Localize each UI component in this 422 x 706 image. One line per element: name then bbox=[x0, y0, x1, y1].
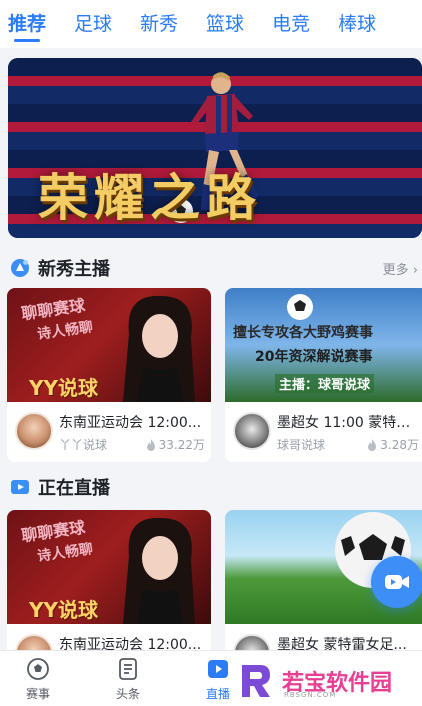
tab-basketball[interactable]: 篮球 bbox=[206, 4, 244, 44]
streamer-name: 丫丫说球 bbox=[59, 438, 108, 452]
view-count: 3.28万 bbox=[367, 436, 419, 453]
tab-rookie[interactable]: 新秀 bbox=[140, 4, 178, 44]
thumbnail-caption: 主播：球哥说球 bbox=[275, 374, 375, 393]
soccer-ball-icon bbox=[27, 658, 49, 680]
view-count: 33.22万 bbox=[146, 436, 205, 453]
card-info: 墨超女 11:00 蒙特雷... 球哥说球 3.28万 bbox=[225, 402, 422, 462]
watermark-logo-icon bbox=[242, 665, 270, 697]
thumbnail-caption: 20年资深解说赛事 bbox=[255, 349, 373, 365]
stream-card[interactable]: 聊聊赛球 诗人畅聊 YY说球 东南亚运动会 12:00... 丫丫说球 33.2… bbox=[7, 288, 211, 462]
stream-title: 东南亚运动会 12:00... bbox=[59, 415, 202, 431]
nav-matches[interactable]: 赛事 bbox=[8, 657, 68, 702]
ball-icon bbox=[287, 294, 313, 320]
avatar[interactable] bbox=[233, 412, 271, 450]
tab-esports[interactable]: 电竞 bbox=[272, 4, 310, 44]
tab-baseball[interactable]: 棒球 bbox=[338, 4, 376, 44]
view-count-value: 33.22万 bbox=[158, 438, 205, 452]
nav-label: 头条 bbox=[115, 687, 140, 701]
flame-icon bbox=[368, 438, 377, 451]
tv-icon bbox=[11, 480, 29, 494]
view-count-value: 3.28万 bbox=[380, 438, 419, 452]
stream-card[interactable]: 擅长专攻各大野鸡赛事 20年资深解说赛事 主播：球哥说球 墨超女 11:00 蒙… bbox=[225, 288, 422, 462]
tab-recommend[interactable]: 推荐 bbox=[8, 4, 46, 44]
card-info: 东南亚运动会 12:00... 丫丫说球 33.22万 bbox=[7, 402, 211, 462]
stream-thumbnail: 擅长专攻各大野鸡赛事 20年资深解说赛事 主播：球哥说球 bbox=[225, 288, 422, 402]
play-video-icon bbox=[208, 660, 228, 678]
tab-football[interactable]: 足球 bbox=[74, 4, 112, 44]
stream-title: 墨超女 11:00 蒙特雷... bbox=[277, 415, 422, 431]
rookie-section-header: 新秀主播 更多 › bbox=[0, 253, 422, 283]
flame-icon bbox=[146, 438, 155, 451]
watermark-subtext: RBSGN.COM bbox=[284, 691, 337, 699]
stream-thumbnail: 聊聊赛球 诗人畅聊 YY说球 bbox=[7, 288, 211, 402]
thumbnail-caption: 擅长专攻各大野鸡赛事 bbox=[233, 325, 373, 341]
more-link[interactable]: 更多 › bbox=[383, 259, 418, 278]
stream-thumbnail: 聊聊赛球 诗人畅聊 YY说球 bbox=[7, 510, 211, 624]
floating-video-button[interactable] bbox=[371, 556, 422, 608]
category-tabs: 推荐 足球 新秀 篮球 电竞 棒球 bbox=[0, 0, 422, 48]
avatar[interactable] bbox=[15, 412, 53, 450]
section-title: 正在直播 bbox=[38, 478, 110, 499]
thumbnail-logo: YY说球 bbox=[29, 598, 98, 622]
streamer-portrait bbox=[123, 517, 195, 624]
streamer-portrait bbox=[123, 295, 195, 402]
section-title: 新秀主播 bbox=[38, 259, 110, 280]
nav-headlines[interactable]: 头条 bbox=[98, 657, 158, 702]
watermark: 若宝软件园 RBSGN.COM bbox=[236, 660, 416, 702]
document-icon bbox=[119, 658, 137, 680]
hero-banner[interactable]: 荣耀之路 bbox=[8, 58, 422, 238]
nav-label: 直播 bbox=[205, 687, 230, 701]
live-section-header: 正在直播 bbox=[0, 472, 422, 502]
thumbnail-logo: YY说球 bbox=[29, 376, 98, 400]
streamer-name: 球哥说球 bbox=[277, 438, 326, 452]
nav-label: 赛事 bbox=[25, 687, 50, 701]
video-camera-icon bbox=[385, 575, 409, 589]
banner-title: 荣耀之路 bbox=[38, 169, 262, 227]
rookie-badge-icon bbox=[11, 259, 29, 277]
